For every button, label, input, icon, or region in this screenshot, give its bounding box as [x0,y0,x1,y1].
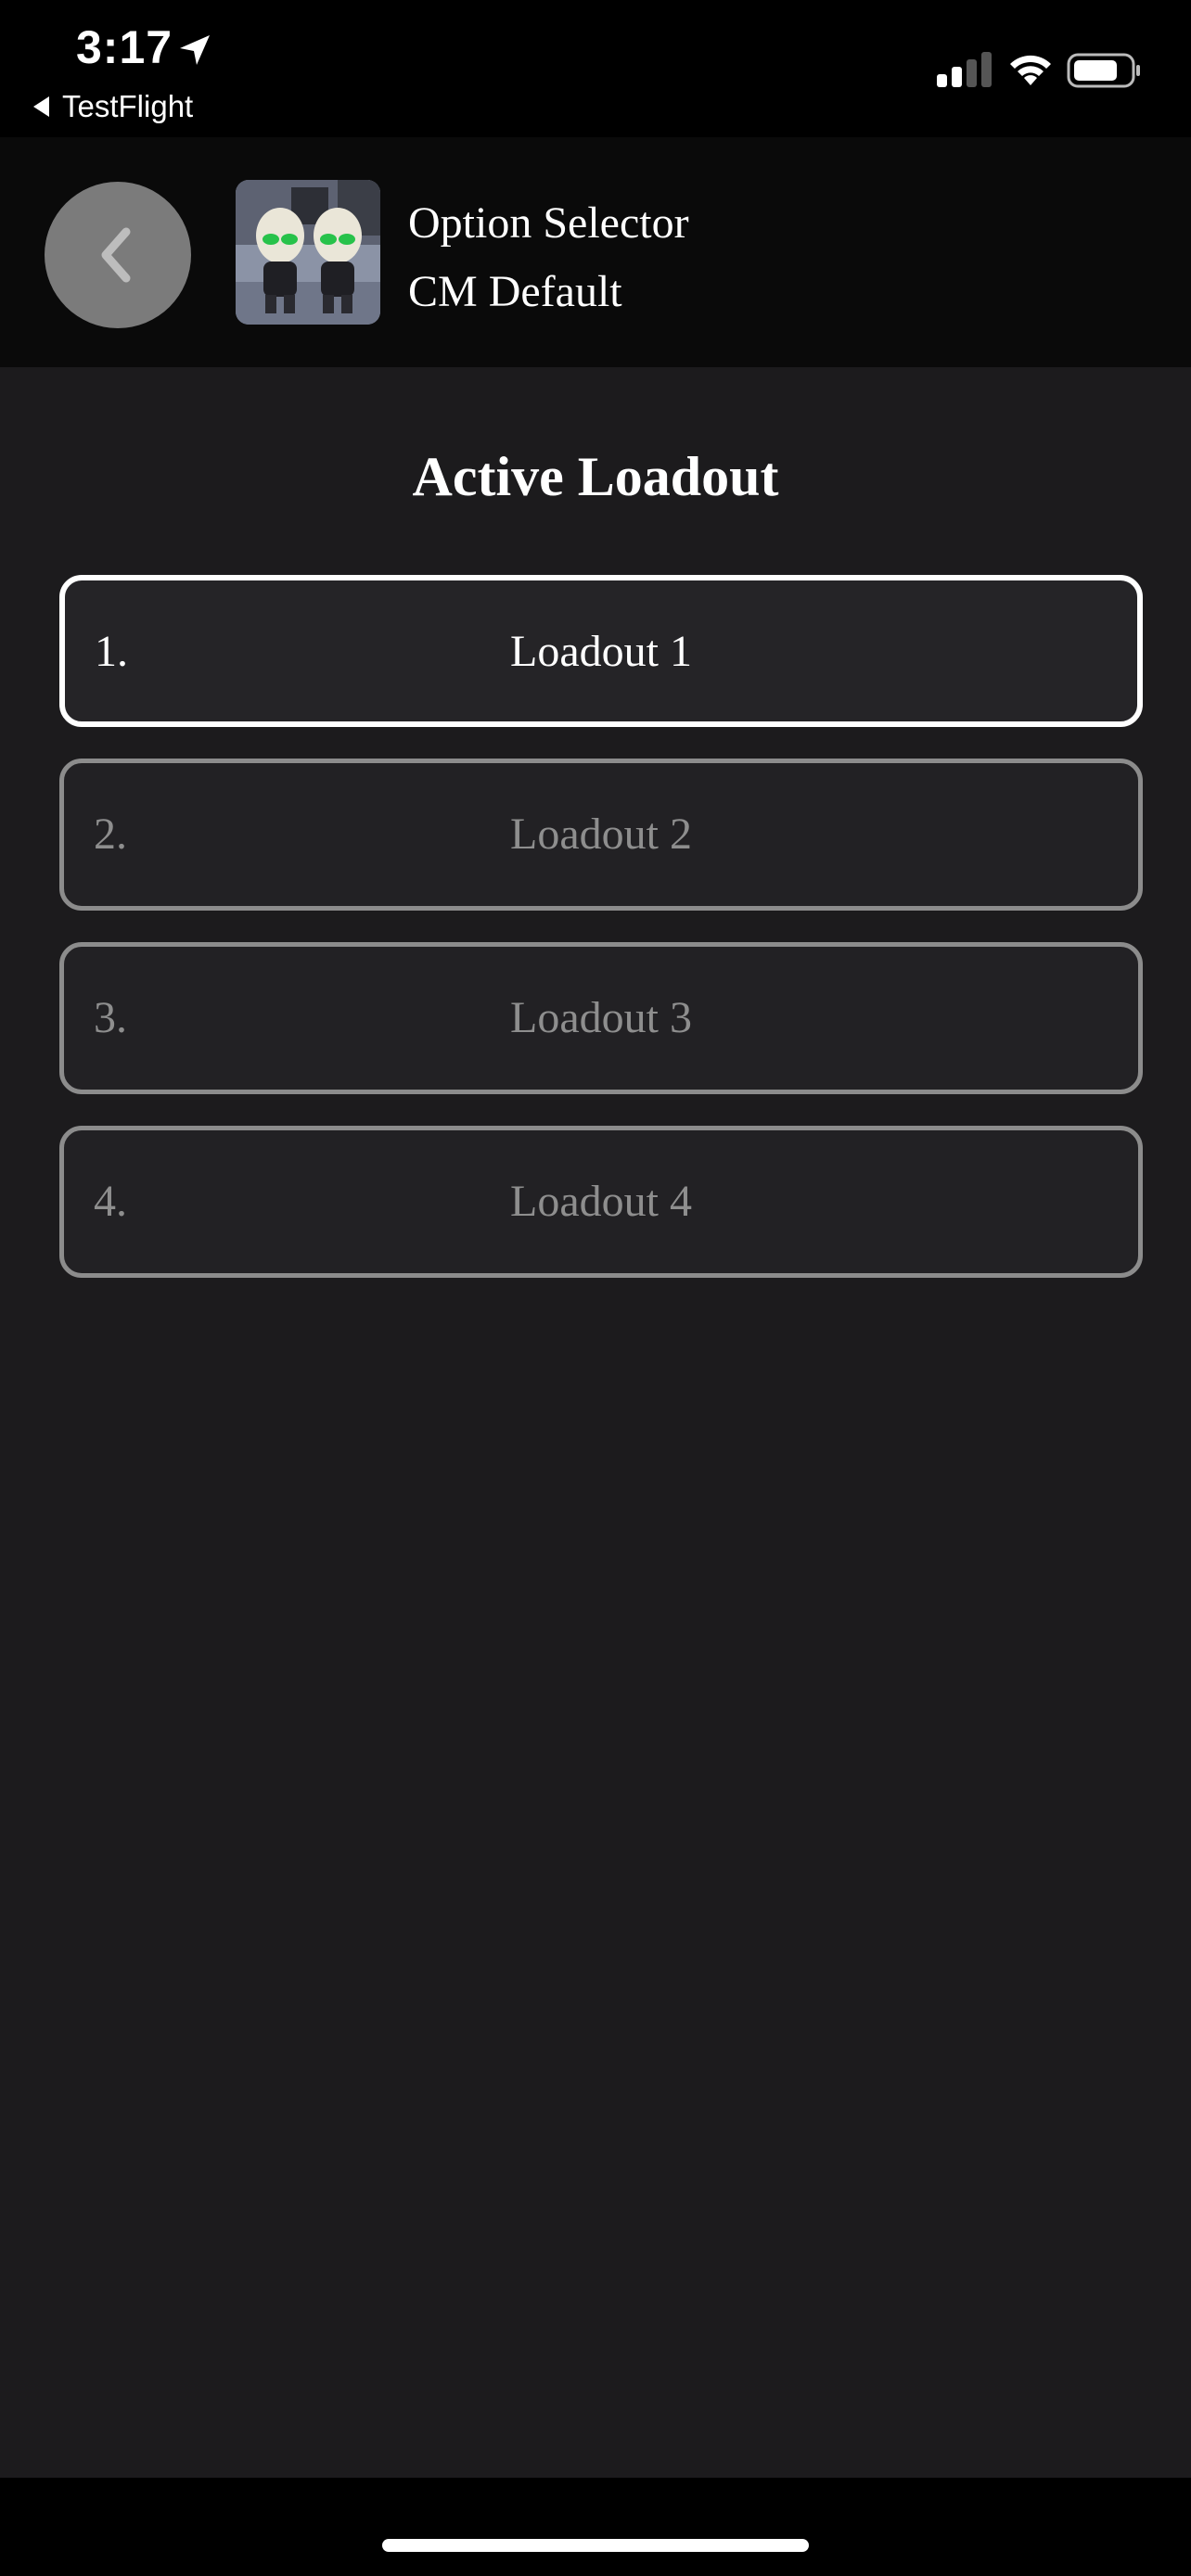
app-header: Option Selector CM Default [0,137,1191,367]
loadout-label: Loadout 2 [510,810,692,859]
loadout-label: Loadout 4 [510,1177,692,1226]
back-to-testflight-link[interactable]: TestFlight [33,89,193,124]
header-text: Option Selector CM Default [408,189,689,326]
loadout-list: 1. Loadout 1 2. Loadout 2 3. Loadout 3 4… [59,575,1143,1309]
loadout-item-2[interactable]: 2. Loadout 2 [59,759,1143,911]
character-thumbnail [236,180,380,325]
back-button[interactable] [45,182,191,328]
loadout-item-1[interactable]: 1. Loadout 1 [59,575,1143,727]
page-title: Active Loadout [412,446,779,507]
back-triangle-icon [33,96,49,117]
bottom-bar [0,2478,1191,2576]
header-title: Option Selector [408,198,689,248]
loadout-item-3[interactable]: 3. Loadout 3 [59,942,1143,1094]
loadout-label: Loadout 1 [510,627,692,676]
character-thumbnail-image [236,180,380,325]
loadout-item-4[interactable]: 4. Loadout 4 [59,1126,1143,1278]
loadout-label: Loadout 3 [510,993,692,1042]
wifi-icon [1010,55,1051,85]
header-subtitle: CM Default [408,267,622,316]
location-arrow-icon [180,35,210,65]
back-app-label: TestFlight [62,89,194,123]
main-content: Active Loadout 1. Loadout 1 2. Loadout 2… [0,367,1191,2478]
chevron-left-icon [101,227,131,283]
cellular-signal-icon [937,52,992,87]
battery-icon [1067,53,1140,88]
home-indicator[interactable] [382,2539,809,2552]
status-time: 3:17 [76,21,173,73]
status-bar: 3:17 TestFlight [0,0,1191,137]
